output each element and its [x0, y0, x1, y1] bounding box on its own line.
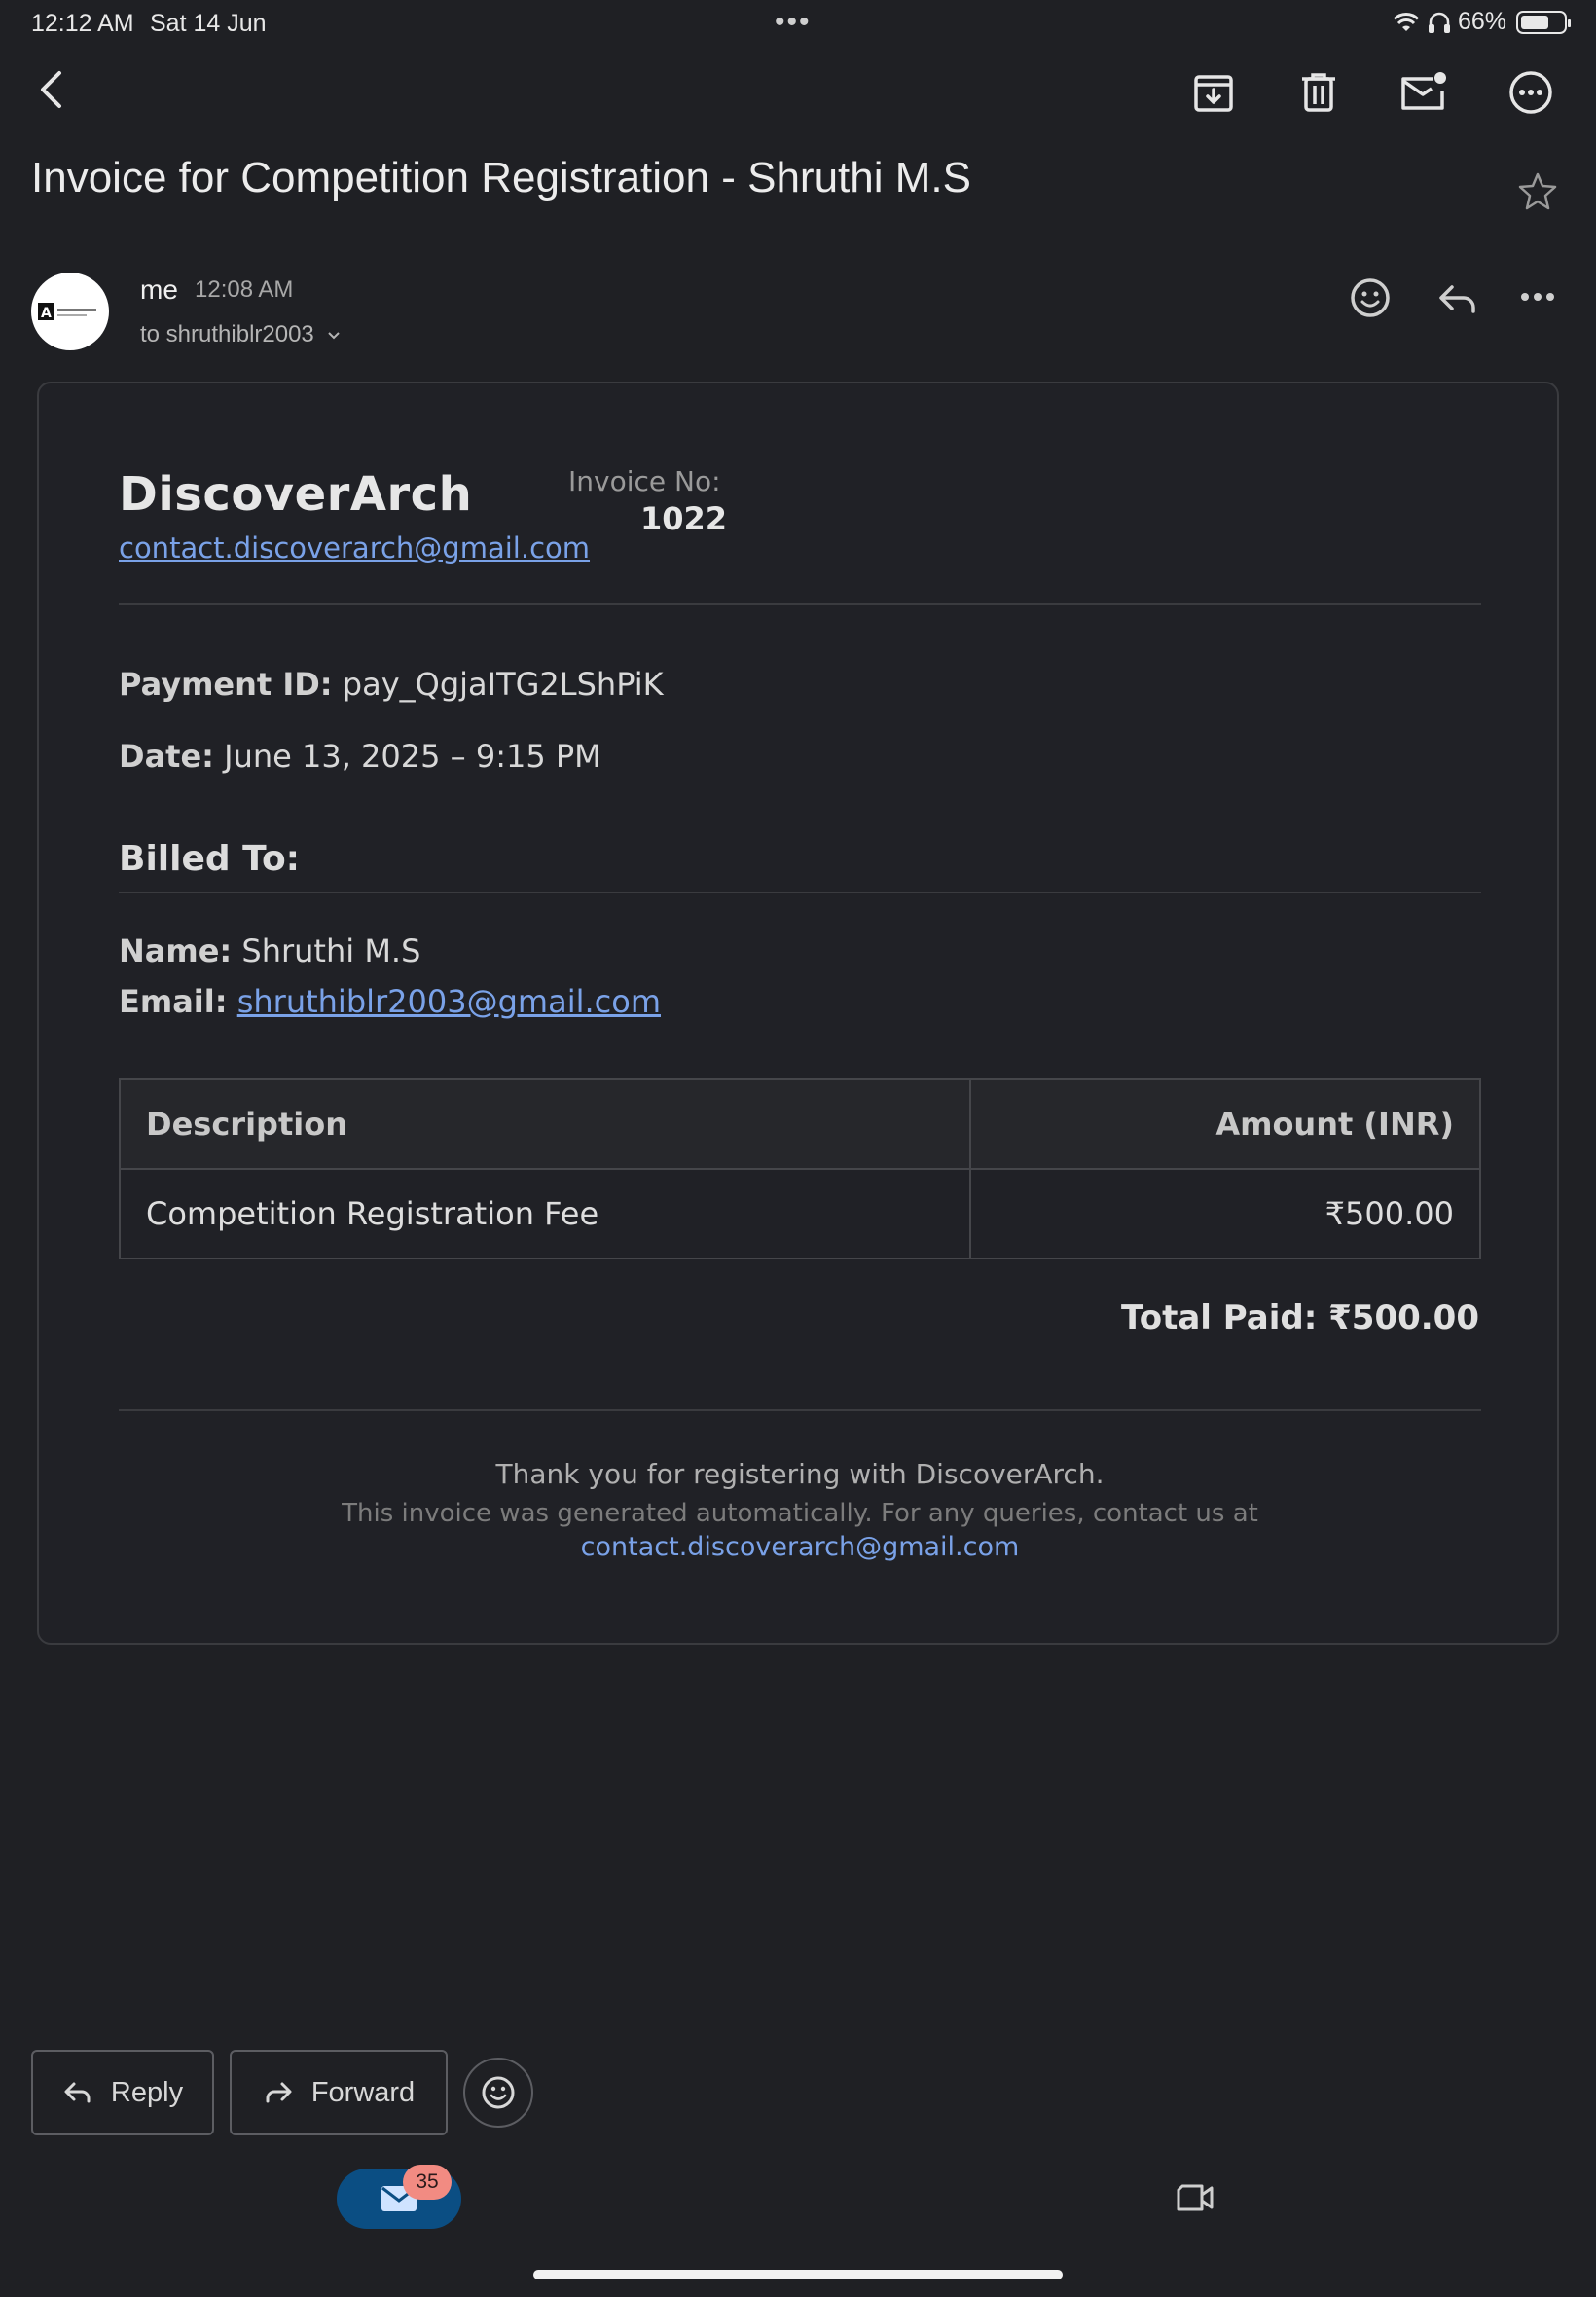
payment-id-label: Payment ID: [119, 666, 333, 703]
reply-icon [64, 2082, 91, 2103]
wifi-icon [1393, 12, 1420, 31]
forward-button[interactable]: Forward [230, 2050, 448, 2135]
date-row: Date: June 13, 2025 – 9:15 PM [119, 738, 601, 775]
invoice-table: Description Amount (INR) Competition Reg… [119, 1078, 1481, 1259]
email-subject: Invoice for Competition Registration - S… [31, 154, 971, 201]
status-bar: 12:12 AM Sat 14 Jun ••• 66% [0, 0, 1596, 47]
star-icon [1518, 172, 1557, 210]
headphones-icon [1428, 12, 1450, 33]
table-header-description: Description [119, 1078, 971, 1170]
archive-button[interactable] [1189, 68, 1238, 117]
reply-icon-button[interactable] [1433, 274, 1481, 323]
brand-name: DiscoverArch [119, 467, 473, 522]
footer-divider [119, 1409, 1481, 1411]
delete-icon [1302, 73, 1335, 112]
mark-unread-icon [1401, 72, 1446, 110]
video-camera-icon [1177, 2184, 1214, 2211]
sender-avatar[interactable]: A [31, 273, 109, 350]
table-header-row: Description Amount (INR) [119, 1078, 1481, 1170]
invoice-card: DiscoverArch contact.discoverarch@gmail.… [37, 382, 1559, 1645]
delete-button[interactable] [1294, 68, 1343, 117]
more-horizontal-icon [1521, 293, 1554, 301]
reply-button[interactable]: Reply [31, 2050, 214, 2135]
date-value: June 13, 2025 – 9:15 PM [224, 738, 601, 775]
billed-divider [119, 892, 1481, 893]
multitasking-dots-icon[interactable]: ••• [775, 6, 812, 39]
star-button[interactable] [1518, 171, 1557, 210]
battery-icon [1516, 10, 1571, 34]
unread-badge: 35 [403, 2165, 452, 2200]
reply-icon [1439, 285, 1475, 313]
footer-email-link[interactable]: contact.discoverarch@gmail.com [39, 1532, 1561, 1562]
payment-id-row: Payment ID: pay_QgjaITG2LShPiK [119, 666, 664, 703]
emoji-reaction-button[interactable] [463, 2058, 533, 2128]
forward-icon [266, 2082, 292, 2103]
date-label: Date: [119, 738, 214, 775]
table-row: Competition Registration Fee ₹500.00 [119, 1168, 1481, 1259]
customer-email-link[interactable]: shruthiblr2003@gmail.com [237, 983, 661, 1020]
footer-note: This invoice was generated automatically… [342, 1499, 1258, 1528]
recipient-text: to shruthiblr2003 [140, 321, 314, 347]
recipient-toggle[interactable]: to shruthiblr2003 [140, 321, 342, 348]
billed-to-heading: Billed To: [119, 839, 301, 879]
invoice-number-label: Invoice No: [568, 465, 721, 497]
reply-label: Reply [110, 2076, 184, 2108]
status-indicators: 66% [1392, 8, 1571, 36]
discoverarch-logo-icon: A [38, 303, 96, 321]
header-divider [119, 603, 1481, 605]
chevron-down-icon [328, 332, 341, 340]
forward-label: Forward [310, 2076, 416, 2108]
meet-tab[interactable] [1174, 2178, 1216, 2217]
status-time: 12:12 AM [31, 10, 134, 37]
total-paid: Total Paid: ₹500.00 [1121, 1298, 1479, 1337]
status-date: Sat 14 Jun [150, 10, 267, 37]
name-row: Name: Shruthi M.S [119, 932, 420, 969]
svg-text:A: A [41, 306, 52, 321]
back-button[interactable] [29, 68, 72, 111]
home-indicator[interactable] [533, 2270, 1063, 2279]
email-label: Email: [119, 983, 228, 1020]
archive-icon [1194, 75, 1233, 112]
email-row: Email: shruthiblr2003@gmail.com [119, 983, 661, 1020]
payment-id-value: pay_QgjaITG2LShPiK [342, 666, 664, 703]
sender-time: 12:08 AM [195, 276, 294, 303]
invoice-number: 1022 [640, 500, 728, 537]
more-options-icon [1509, 71, 1552, 114]
emoji-icon [1351, 278, 1390, 317]
sender-name[interactable]: me [140, 274, 178, 306]
message-more-button[interactable] [1520, 282, 1555, 311]
add-reaction-button[interactable] [1345, 273, 1396, 323]
battery-fill [1521, 15, 1548, 29]
name-value: Shruthi M.S [241, 932, 421, 969]
email-toolbar [0, 58, 1596, 136]
chevron-left-icon [41, 71, 61, 108]
emoji-icon [482, 2076, 515, 2109]
table-cell-amount: ₹500.00 [969, 1168, 1481, 1259]
name-label: Name: [119, 932, 233, 969]
thank-you-text: Thank you for registering with DiscoverA… [495, 1458, 1105, 1490]
brand-email-link[interactable]: contact.discoverarch@gmail.com [119, 531, 590, 565]
table-header-amount: Amount (INR) [969, 1078, 1481, 1170]
battery-percent: 66% [1457, 8, 1506, 35]
table-cell-description: Competition Registration Fee [119, 1168, 971, 1259]
mark-unread-button[interactable] [1397, 68, 1450, 117]
more-options-button[interactable] [1506, 68, 1555, 117]
